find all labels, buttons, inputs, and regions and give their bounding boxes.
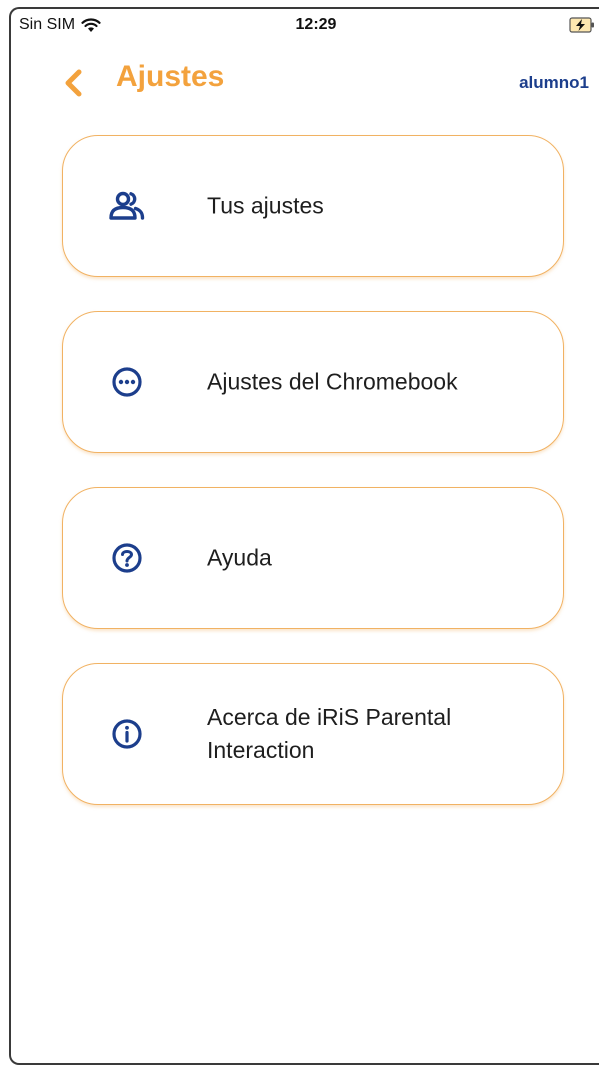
menu-item-label: Ayuda [207, 544, 272, 571]
carrier-group: Sin SIM [19, 16, 101, 34]
carrier-label: Sin SIM [19, 16, 76, 33]
menu-item-chromebook-settings[interactable]: Ajustes del Chromebook [62, 311, 564, 453]
back-button[interactable] [53, 61, 93, 105]
menu-item-label: Tus ajustes [207, 192, 324, 219]
page-title: Ajustes [116, 60, 225, 93]
username-label: alumno1 [519, 73, 589, 92]
battery-charging-icon [569, 17, 594, 33]
chevron-left-icon [65, 69, 82, 97]
menu-item-about[interactable]: Acerca de iRiS Parental Interaction [62, 663, 564, 805]
app-screen: Sin SIM 12:29 Ajustes alumno1 Tus ajuste… [9, 7, 599, 1065]
more-horizontal-circle-icon [107, 362, 147, 402]
menu-item-label: Ajustes del Chromebook [207, 368, 458, 395]
menu-item-label: Acerca de iRiS Parental Interaction [207, 704, 452, 763]
menu-item-help[interactable]: Ayuda [62, 487, 564, 629]
menu-item-your-settings[interactable]: Tus ajustes [62, 135, 564, 277]
status-time: 12:29 [295, 16, 337, 33]
info-circle-icon [107, 714, 147, 754]
help-circle-icon [107, 538, 147, 578]
wifi-icon [81, 17, 101, 32]
users-icon [107, 186, 147, 226]
header: Ajustes alumno1 [11, 51, 599, 111]
status-bar: Sin SIM 12:29 [11, 9, 599, 43]
